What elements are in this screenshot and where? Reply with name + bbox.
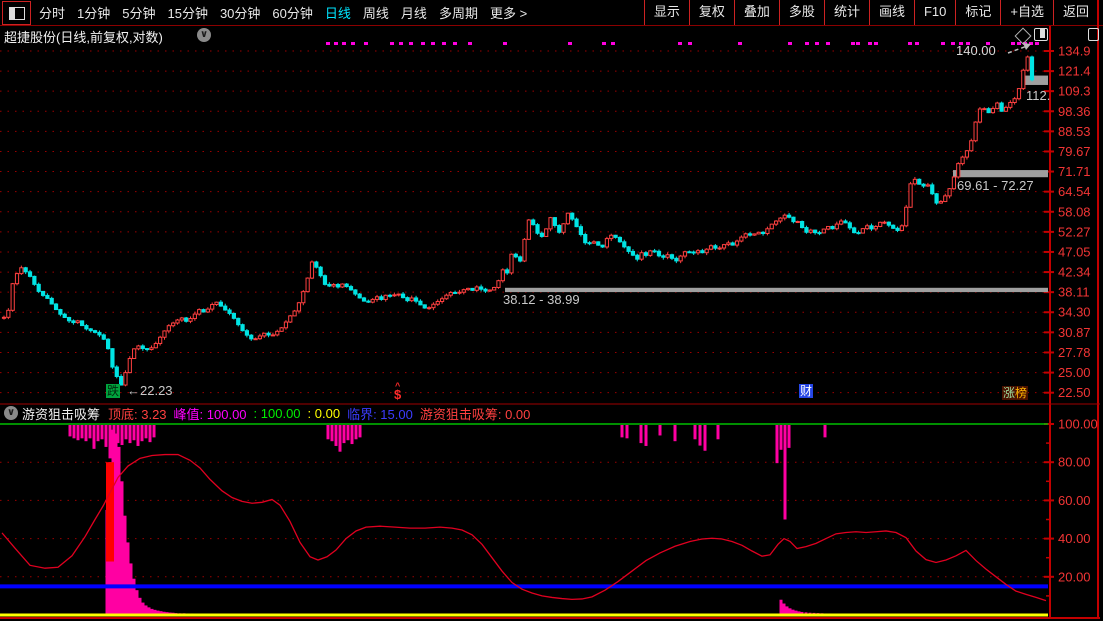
corner-panel-icon[interactable] [1088, 28, 1099, 41]
signal-dot-markers [326, 42, 1039, 45]
svg-text:79.67: 79.67 [1058, 144, 1091, 159]
zone-69-label: 69.61 - 72.27 [957, 178, 1034, 193]
svg-text:20.00: 20.00 [1058, 569, 1091, 584]
svg-text:40.00: 40.00 [1058, 531, 1091, 546]
window-pane-icon[interactable] [1034, 28, 1048, 41]
rank-list-badge[interactable]: 涨榜 [1002, 386, 1028, 400]
svg-text:30.87: 30.87 [1058, 325, 1091, 340]
chart-canvas[interactable]: 134.9 121.4 109.3 98.36 88.53 79.67 71.71 64.54… [0, 0, 1103, 621]
svg-text:22.50: 22.50 [1058, 385, 1091, 400]
svg-text:80.00: 80.00 [1058, 455, 1091, 470]
svg-text:58.08: 58.08 [1058, 204, 1091, 219]
indicator-param-1: 峰值: 100.00 [174, 404, 247, 423]
svg-text:64.54: 64.54 [1058, 184, 1091, 199]
svg-text:60.00: 60.00 [1058, 493, 1091, 508]
svg-text:52.27: 52.27 [1058, 224, 1091, 239]
money-marker: ^$ [394, 383, 401, 399]
app-window: 134.9 121.4 109.3 98.36 88.53 79.67 71.71 64.54… [0, 0, 1103, 621]
zone-38-label: 38.12 - 38.99 [503, 292, 580, 307]
zone-112-label: 112. [1026, 88, 1050, 103]
indicator-ref-lines [0, 424, 1048, 615]
svg-text:109.3: 109.3 [1058, 84, 1091, 99]
indicator-param-2: : 100.00 [254, 406, 301, 421]
finance-badge[interactable]: 财 [799, 384, 813, 398]
svg-text:25.00: 25.00 [1058, 365, 1091, 380]
svg-text:42.34: 42.34 [1058, 265, 1091, 280]
indicator-param-3: : 0.00 [308, 406, 341, 421]
svg-text:121.4: 121.4 [1058, 64, 1091, 79]
svg-text:134.9: 134.9 [1058, 44, 1091, 59]
svg-text:98.36: 98.36 [1058, 104, 1091, 119]
indicator-param-4: 临界: 15.00 [347, 404, 413, 423]
low-price-label: ←22.23 [127, 383, 173, 398]
indicator-header: 游资狙击吸筹 顶底: 3.23 峰值: 100.00 : 100.00 : 0.00 临… [22, 405, 537, 422]
indicator-curve [2, 455, 1046, 601]
down-marker-badge: 跌 [106, 384, 120, 398]
indicator-panel: 100.00 80.00 60.00 40.00 20.00 [0, 417, 1098, 596]
high-price-label: 140.00 [956, 43, 996, 58]
svg-text:47.05: 47.05 [1058, 244, 1091, 259]
svg-text:88.53: 88.53 [1058, 124, 1091, 139]
svg-text:100.00: 100.00 [1058, 417, 1098, 432]
indicator-param-0: 顶底: 3.23 [108, 404, 167, 423]
indicator-name[interactable]: 游资狙击吸筹 [22, 404, 100, 423]
svg-text:71.71: 71.71 [1058, 164, 1091, 179]
svg-text:38.11: 38.11 [1058, 285, 1090, 300]
indicator-param-5: 游资狙击吸筹: 0.00 [420, 404, 531, 423]
candlestick-series [2, 56, 1033, 387]
svg-text:34.30: 34.30 [1058, 305, 1091, 320]
svg-text:27.78: 27.78 [1058, 345, 1091, 360]
main-axis: 134.9 121.4 109.3 98.36 88.53 79.67 71.71 64.54… [0, 0, 1100, 618]
